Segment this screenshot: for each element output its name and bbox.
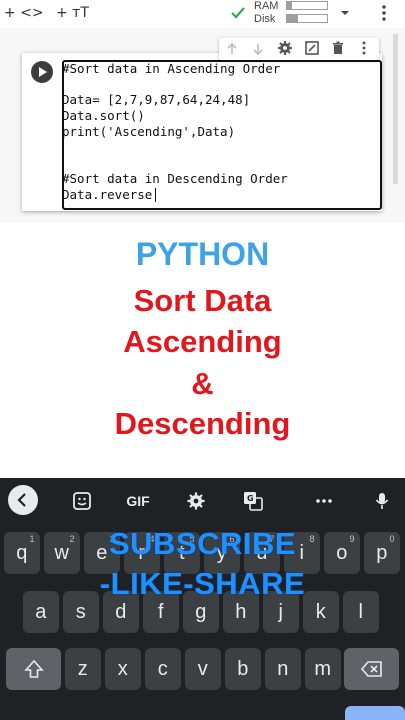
key-label: c xyxy=(157,657,168,680)
overlay-python: PYTHON xyxy=(135,236,270,272)
ram-usage-fill xyxy=(287,2,292,9)
text-cursor xyxy=(155,187,156,202)
delete-icon[interactable] xyxy=(330,40,346,56)
more-vertical-icon[interactable] xyxy=(375,4,393,22)
key-label: j xyxy=(278,600,283,623)
overlay-ascending: Ascending xyxy=(123,324,282,359)
disk-usage-bar xyxy=(286,14,328,23)
arrow-down-icon[interactable] xyxy=(250,41,266,57)
key-label: f xyxy=(157,600,164,623)
key-label: m xyxy=(314,657,332,680)
add-text-button[interactable]: + тT xyxy=(56,5,89,21)
subscribe-overlay-line2: -LIKE-SHARE xyxy=(99,566,306,601)
ram-usage-bar xyxy=(286,1,328,10)
add-code-button[interactable]: + <> xyxy=(4,5,44,21)
key-x[interactable]: x xyxy=(105,648,141,690)
key-label: l xyxy=(358,600,363,623)
svg-text:G: G xyxy=(247,494,254,503)
disk-usage-fill xyxy=(287,15,299,22)
gear-icon[interactable] xyxy=(277,40,293,56)
backspace-key[interactable] xyxy=(344,648,399,690)
shift-icon xyxy=(23,659,44,678)
key-b[interactable]: b xyxy=(225,648,261,690)
key-label: x xyxy=(117,657,128,680)
translate-icon[interactable]: G xyxy=(238,486,268,516)
key-c[interactable]: c xyxy=(145,648,181,690)
back-arrow-icon[interactable] xyxy=(8,485,38,515)
code-line: #Sort data in Ascending Order xyxy=(62,61,281,76)
dropdown-icon[interactable] xyxy=(338,6,352,20)
microphone-icon[interactable] xyxy=(368,486,396,516)
key-label: a xyxy=(35,600,47,623)
play-icon xyxy=(39,67,47,77)
code-line: Data.sort() xyxy=(62,108,145,124)
overlay-ampersand: & xyxy=(191,366,214,401)
sticker-icon[interactable] xyxy=(68,486,96,516)
key-label: n xyxy=(277,657,289,680)
code-line: Data= [2,7,9,87,64,24,48] xyxy=(62,92,251,108)
shift-key[interactable] xyxy=(6,648,61,690)
overlay-sort-data: Sort Data xyxy=(133,283,272,318)
key-z[interactable]: z xyxy=(65,648,101,690)
checkmark-icon xyxy=(229,4,247,22)
key-label: s xyxy=(75,600,86,623)
key-label: z xyxy=(77,657,88,680)
disk-label: Disk xyxy=(254,13,276,25)
cell-more-icon[interactable] xyxy=(356,40,372,56)
ram-label: RAM xyxy=(254,0,279,12)
key-m[interactable]: m xyxy=(305,648,341,690)
key-label: k xyxy=(315,600,326,623)
key-label: d xyxy=(115,600,127,623)
enter-key[interactable] xyxy=(345,706,405,720)
scrollbar[interactable] xyxy=(393,34,398,184)
cell-toolbar xyxy=(219,38,379,60)
code-line: #Sort data in Descending Order xyxy=(62,170,288,186)
backspace-icon xyxy=(360,661,382,677)
keyboard-settings-icon[interactable] xyxy=(182,486,210,516)
key-label: v xyxy=(197,657,208,680)
code-line: Data.reverse xyxy=(62,186,153,202)
subscribe-overlay-line1: SUBSCRIBE xyxy=(108,526,297,561)
key-v[interactable]: v xyxy=(185,648,221,690)
mirror-icon[interactable] xyxy=(304,40,320,56)
key-n[interactable]: n xyxy=(265,648,301,690)
run-cell-button[interactable] xyxy=(31,61,53,83)
key-label: b xyxy=(237,657,249,680)
key-label: g xyxy=(195,600,207,623)
key-label: h xyxy=(235,600,247,623)
arrow-up-icon[interactable] xyxy=(224,41,240,57)
more-icon[interactable] xyxy=(310,486,338,516)
gif-button[interactable]: GIF xyxy=(120,486,156,516)
overlay-descending: Descending xyxy=(114,406,291,441)
code-line: print('Ascending',Data) xyxy=(62,123,236,139)
